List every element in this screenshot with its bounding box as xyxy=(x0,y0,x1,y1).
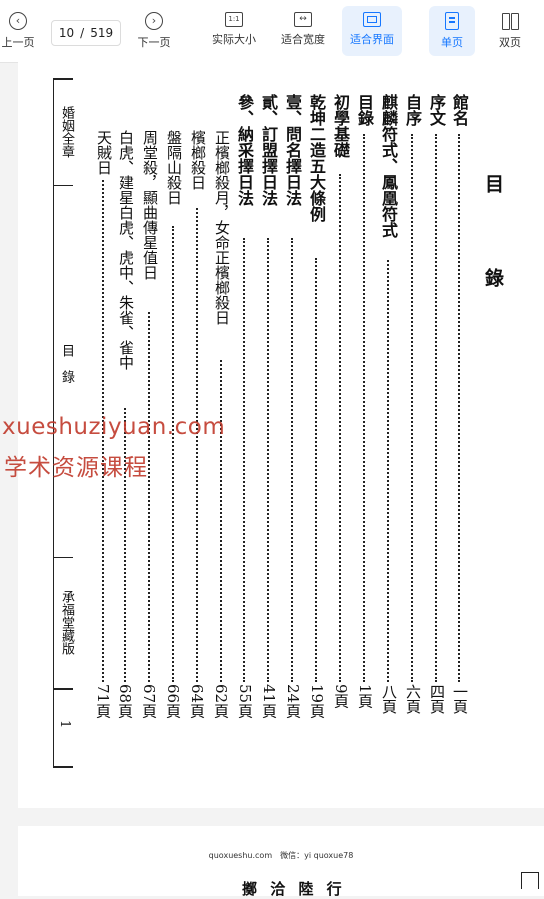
double-page-button[interactable]: 双页 xyxy=(492,6,528,56)
toc-entry-text: 壹、問名擇日法 xyxy=(283,94,302,206)
toc-entry-text: 正檳榔殺月，女命正檳榔殺日 xyxy=(213,130,231,325)
toc-entry-page: 四頁 xyxy=(428,684,446,714)
actual-size-label: 实际大小 xyxy=(212,33,256,46)
actual-size-button[interactable]: 1:1 实际大小 xyxy=(205,6,263,56)
current-page: 10 xyxy=(58,26,75,40)
toc-entry-text: 周堂殺，顯曲傳星值日 xyxy=(141,130,159,280)
toc-entry-text: 參、納采擇日法 xyxy=(235,94,254,206)
toc-entry-text: 序文 xyxy=(427,94,446,126)
toc-entry-page: 67頁 xyxy=(140,684,158,719)
toc-leader xyxy=(243,238,245,682)
toc-entry-text: 盤隔山殺日 xyxy=(165,130,183,205)
watermark-url: xueshuziyuan.com xyxy=(2,414,226,440)
toc-entry-page: 六頁 xyxy=(404,684,422,714)
toc-entry-page: 64頁 xyxy=(188,684,206,719)
page-number-input[interactable]: 10 / 519 xyxy=(51,20,121,46)
total-pages: 519 xyxy=(90,26,114,40)
toc-leader xyxy=(196,208,198,682)
toc-leader xyxy=(315,258,317,682)
toc-entry-text: 初學基礎 xyxy=(331,94,350,158)
toc-entry-text: 自序 xyxy=(403,94,422,126)
toc-leader xyxy=(291,238,293,682)
fit-width-icon: ↔ xyxy=(294,12,312,27)
toc-leader xyxy=(435,134,437,682)
viewer-toolbar: ‹ 上一页 10 / 519 › 下一页 1:1 实际大小 ↔ 适合宽度 适合界… xyxy=(0,0,544,63)
prev-page-label: 上一页 xyxy=(1,36,35,49)
next-page-footer: quoxueshu.com 微信：yi quoxue78 xyxy=(208,851,354,860)
margin-rule-a xyxy=(53,185,73,186)
single-page-button[interactable]: 单页 xyxy=(429,6,475,56)
toc-leader xyxy=(339,174,341,682)
toc-entry-text: 天賊日 xyxy=(95,130,113,175)
chevron-right-icon: › xyxy=(145,12,163,30)
toc-entry-page: 41頁 xyxy=(260,684,278,719)
toc-entry-page: 一頁 xyxy=(451,684,469,714)
toc-entry-page: 1頁 xyxy=(356,684,374,709)
toc-leader xyxy=(387,260,389,682)
margin-rule-bottom xyxy=(53,766,73,768)
toc-entry-page: 71頁 xyxy=(94,684,112,719)
toc-entry-text: 貳、訂盟擇日法 xyxy=(259,94,278,206)
side-page-number: 1 xyxy=(57,720,72,729)
toc-leader xyxy=(458,134,460,682)
toc-entry-page: 62頁 xyxy=(212,684,230,719)
single-page-label: 单页 xyxy=(441,36,463,49)
side-book-title: 婚姻全章 xyxy=(59,106,74,158)
single-page-icon xyxy=(445,12,459,30)
double-page-icon xyxy=(501,12,519,30)
toc-entry-text: 白虎、建星白虎、虎中、朱雀、雀中 xyxy=(117,130,135,370)
page-separator: / xyxy=(80,26,85,40)
toc-leader xyxy=(172,226,174,682)
next-page-corner-mark xyxy=(521,872,539,889)
fit-width-label: 适合宽度 xyxy=(281,33,325,46)
margin-rule-c xyxy=(53,688,73,690)
toc-entry-text: 麒麟符式、鳳凰符式 xyxy=(379,94,398,238)
side-publisher: 承福堂藏版 xyxy=(59,590,74,655)
side-section-label: 目 錄 xyxy=(59,344,74,383)
fit-width-button[interactable]: ↔ 适合宽度 xyxy=(276,6,330,56)
toc-entry-page: 19頁 xyxy=(308,684,326,719)
margin-rule-top xyxy=(53,78,73,80)
double-page-label: 双页 xyxy=(499,36,521,49)
toc-entry-text: 乾坤二造五大條例 xyxy=(307,94,326,222)
toc-leader xyxy=(148,312,150,682)
margin-rule-b xyxy=(53,557,73,558)
next-document-page: quoxueshu.com 微信：yi quoxue78 擲 洽 陸 行 xyxy=(18,826,544,898)
fit-page-icon xyxy=(363,12,381,27)
next-page-heading: 擲 洽 陸 行 xyxy=(242,880,346,898)
toc-entry-page: 9頁 xyxy=(332,684,350,709)
toc-leader xyxy=(411,134,413,682)
toc-title: 目 錄 xyxy=(482,174,504,315)
fit-page-label: 适合界面 xyxy=(350,33,394,46)
toc-leader xyxy=(363,134,365,682)
toc-entry-page: 八頁 xyxy=(380,684,398,714)
toc-leader xyxy=(220,360,222,682)
actual-size-icon: 1:1 xyxy=(225,12,243,27)
prev-page-button[interactable]: ‹ 上一页 xyxy=(0,6,36,56)
chevron-left-icon: ‹ xyxy=(9,12,27,30)
toc-entry-text: 目錄 xyxy=(355,94,374,126)
toc-leader xyxy=(267,238,269,682)
watermark-text: 学术资源课程 xyxy=(4,455,148,481)
toc-entry-page: 24頁 xyxy=(284,684,302,719)
toc-entry-page: 68頁 xyxy=(116,684,134,719)
next-page-button[interactable]: › 下一页 xyxy=(133,6,175,56)
next-page-label: 下一页 xyxy=(137,36,171,49)
fit-page-button[interactable]: 适合界面 xyxy=(342,6,402,56)
toc-entry-text: 館名 xyxy=(450,94,469,126)
toc-entry-text: 檳榔殺日 xyxy=(189,130,207,190)
toc-entry-page: 55頁 xyxy=(236,684,254,719)
toc-entry-page: 66頁 xyxy=(164,684,182,719)
